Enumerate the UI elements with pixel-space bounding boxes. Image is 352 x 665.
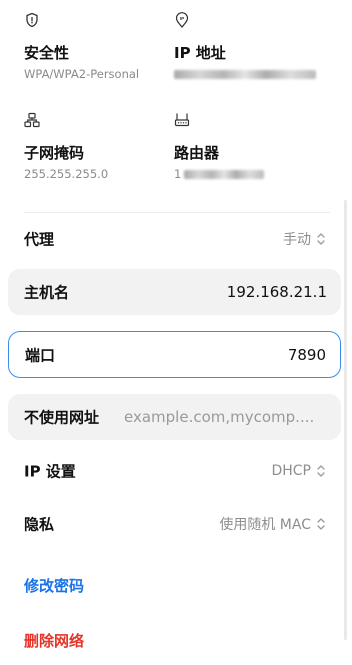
router-value: 1: [174, 167, 265, 181]
security-value: WPA/WPA2-Personal: [24, 67, 140, 81]
hostname-input[interactable]: 192.168.21.1: [227, 283, 327, 301]
subnet-mask-label: 子网掩码: [24, 144, 85, 162]
privacy-selector[interactable]: 使用随机 MAC: [219, 514, 327, 534]
port-input[interactable]: 7890: [288, 346, 326, 364]
proxy-selector[interactable]: 手动: [283, 229, 327, 249]
router-value-prefix: 1: [174, 167, 182, 181]
chevron-up-down-icon: [317, 233, 325, 245]
proxy-value: 手动: [283, 232, 311, 248]
svg-text:IP: IP: [180, 16, 184, 21]
ip-location-icon: IP: [175, 12, 189, 28]
privacy-row[interactable]: 隐私 使用随机 MAC: [8, 501, 341, 547]
bypass-proxy-field[interactable]: 不使用网址 example.com,mycomp....: [8, 394, 341, 440]
bypass-proxy-label: 不使用网址: [24, 408, 100, 427]
wifi-network-details: 安全性 WPA/WPA2-Personal IP IP 地址 子网掩码 255.…: [0, 0, 352, 665]
ip-address-label: IP 地址: [174, 44, 226, 62]
ip-address-redacted: [174, 70, 316, 79]
chevron-up-down-icon: [317, 518, 325, 530]
subnet-mask-value: 255.255.255.0: [24, 167, 109, 181]
proxy-label: 代理: [24, 230, 55, 249]
proxy-row[interactable]: 代理 手动: [8, 216, 341, 262]
security-info: 安全性 WPA/WPA2-Personal: [24, 12, 164, 82]
ip-settings-value: DHCP: [271, 463, 311, 479]
hostname-label: 主机名: [24, 283, 70, 302]
hostname-field[interactable]: 主机名 192.168.21.1: [8, 269, 341, 315]
delete-network-link[interactable]: 删除网络: [24, 630, 84, 651]
scrollbar[interactable]: [344, 200, 347, 640]
router-icon: [174, 113, 190, 127]
ip-settings-label: IP 设置: [24, 462, 76, 481]
privacy-value: 使用随机 MAC: [219, 517, 311, 533]
ip-address-value: [174, 68, 316, 82]
router-info: 路由器 1: [174, 112, 324, 182]
section-divider: [24, 212, 330, 213]
shield-icon: [26, 12, 38, 28]
ip-settings-row[interactable]: IP 设置 DHCP: [8, 448, 341, 494]
router-label: 路由器: [174, 144, 220, 162]
network-topology-icon: [24, 112, 40, 128]
chevron-up-down-icon: [317, 465, 325, 477]
security-label: 安全性: [24, 44, 70, 62]
privacy-label: 隐私: [24, 515, 55, 534]
router-redacted: [184, 169, 265, 179]
change-password-link[interactable]: 修改密码: [24, 575, 84, 596]
ip-settings-selector[interactable]: DHCP: [271, 463, 327, 479]
ip-address-info: IP IP 地址: [174, 12, 324, 82]
port-label: 端口: [25, 346, 56, 364]
port-field[interactable]: 端口 7890: [8, 331, 341, 378]
bypass-proxy-input[interactable]: example.com,mycomp....: [124, 408, 331, 426]
subnet-mask-info: 子网掩码 255.255.255.0: [24, 112, 164, 182]
